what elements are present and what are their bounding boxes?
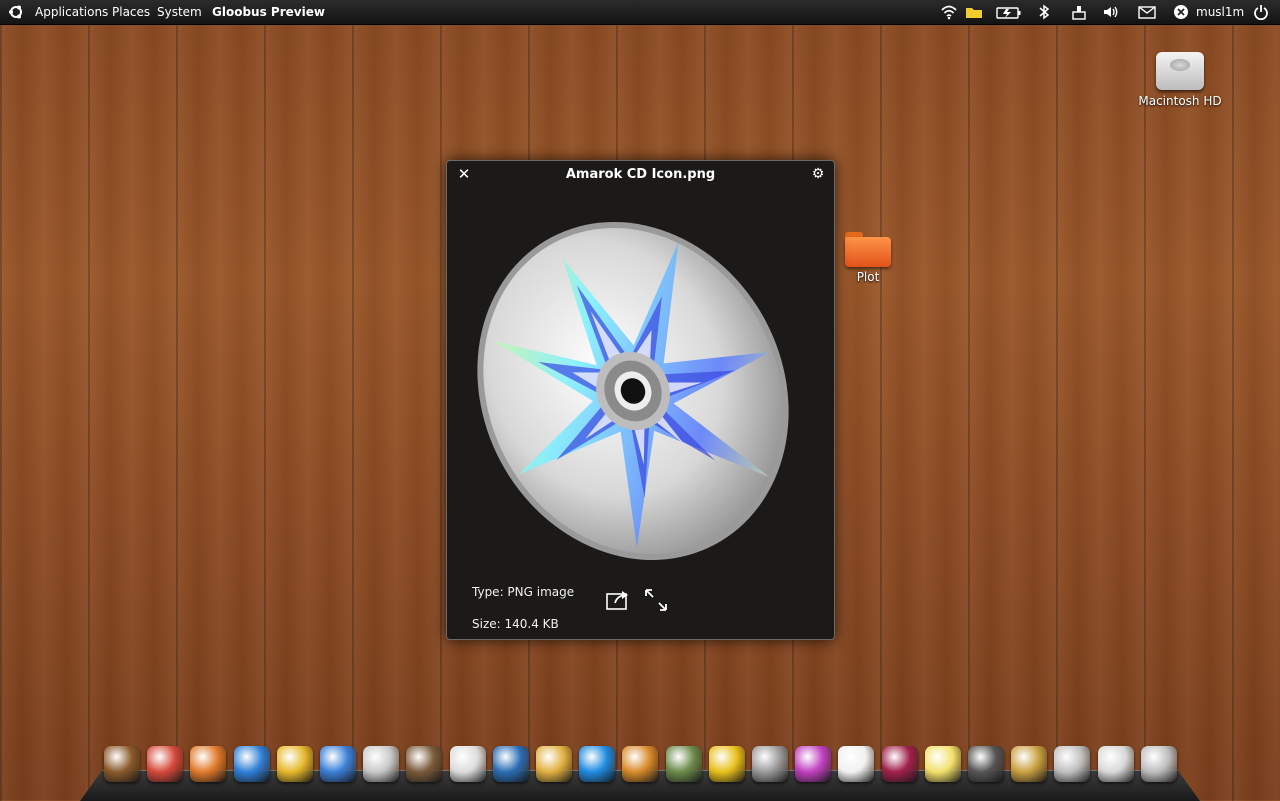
trash-icon[interactable] — [1140, 746, 1177, 782]
top-panel: Applications Places System Gloobus Previ… — [0, 0, 1280, 25]
compass-icon[interactable] — [1097, 746, 1134, 782]
cd-disc-image — [463, 211, 819, 571]
image-editor-icon[interactable] — [622, 746, 659, 782]
menu-applications[interactable]: Applications — [35, 4, 108, 20]
address-book-icon[interactable] — [881, 746, 918, 782]
menu-system[interactable]: System — [157, 4, 202, 20]
picture-frame-icon[interactable] — [665, 746, 702, 782]
window-title: Amarok CD Icon.png — [565, 167, 716, 182]
desktop-icon-label: Plot — [856, 270, 880, 284]
dock — [100, 746, 1180, 790]
file-type-text: Type: PNG image — [472, 585, 575, 599]
gear-icon[interactable]: ⚙ — [811, 167, 825, 181]
origami-crane-icon[interactable] — [147, 746, 184, 782]
menu-places[interactable]: Places — [112, 4, 150, 20]
photo-viewer-icon[interactable] — [406, 746, 443, 782]
bluetooth-icon[interactable] — [1037, 4, 1055, 20]
dvd-player-icon[interactable] — [363, 746, 400, 782]
system-tools-icon[interactable] — [1054, 746, 1091, 782]
headphones-icon[interactable] — [708, 746, 745, 782]
bookshelf-icon[interactable] — [104, 746, 140, 782]
firefox-icon[interactable] — [190, 746, 227, 782]
mail-icon[interactable] — [1138, 4, 1156, 20]
close-icon[interactable]: ✕ — [457, 167, 471, 182]
wifi-icon[interactable] — [940, 4, 958, 20]
fullscreen-icon[interactable] — [643, 587, 669, 613]
desktop-icon-label: Macintosh HD — [1138, 94, 1222, 108]
hard-drive-icon — [1156, 52, 1204, 90]
color-wheel-icon[interactable] — [795, 746, 832, 782]
padlock-icon[interactable] — [1011, 746, 1048, 782]
desktop-icon-macintosh-hd[interactable]: Macintosh HD — [1138, 52, 1222, 108]
ink-writer-icon[interactable] — [492, 746, 529, 782]
preview-window: ✕ Amarok CD Icon.png ⚙ Type: PNG image S… — [446, 160, 835, 640]
network-tool-icon[interactable] — [752, 746, 788, 782]
safari-icon[interactable] — [233, 746, 270, 782]
battery-icon[interactable] — [996, 4, 1021, 20]
mixer-icon[interactable] — [449, 746, 486, 782]
display-icon[interactable] — [968, 746, 1004, 782]
chrome-icon[interactable] — [276, 746, 313, 782]
refresh-icon[interactable] — [579, 746, 616, 782]
folder-icon[interactable] — [965, 4, 983, 20]
share-icon[interactable] — [605, 587, 631, 613]
user-status-icon[interactable] — [1173, 4, 1191, 20]
adium-icon[interactable] — [320, 746, 356, 782]
power-icon[interactable] — [1253, 4, 1271, 21]
folder-icon — [845, 232, 891, 267]
popcorn-icon[interactable] — [536, 746, 572, 782]
file-size-text: Size: 140.4 KB — [472, 617, 559, 631]
active-app-menu[interactable]: Gloobus Preview — [212, 4, 325, 20]
volume-icon[interactable] — [1102, 4, 1120, 20]
desktop-icon-plot[interactable]: Plot — [834, 232, 902, 284]
coffee-cup-icon[interactable] — [838, 746, 875, 782]
ubuntu-logo-icon[interactable] — [8, 4, 24, 24]
username-label[interactable]: musl1m — [1196, 4, 1244, 20]
sticky-notes-icon[interactable] — [924, 746, 961, 782]
network-icon[interactable] — [1070, 4, 1088, 20]
